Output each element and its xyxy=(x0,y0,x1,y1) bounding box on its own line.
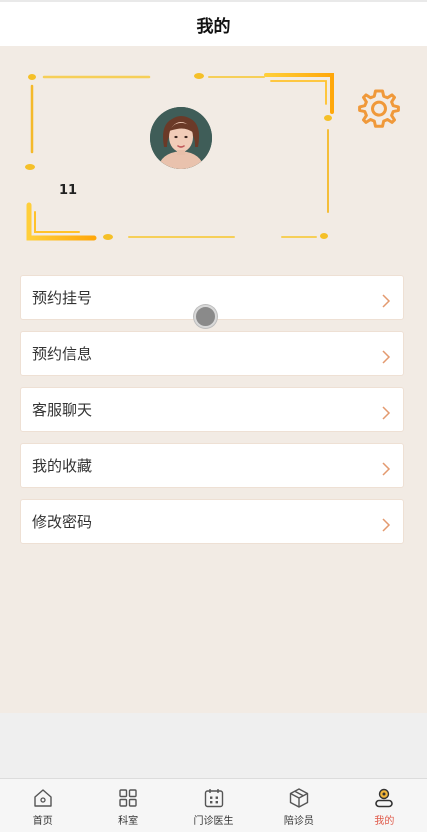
chevron-right-icon xyxy=(382,461,391,476)
menu-item-label: 预约挂号 xyxy=(32,289,93,307)
menu-item-my-favorites[interactable]: 我的收藏 xyxy=(20,443,404,488)
user-icon xyxy=(375,788,394,808)
tab-label: 科室 xyxy=(118,816,139,827)
floating-drag-handle[interactable] xyxy=(194,305,217,328)
page-title: 我的 xyxy=(196,16,231,37)
gear-icon xyxy=(358,89,400,128)
calendar-icon xyxy=(204,789,223,808)
chevron-right-icon xyxy=(382,349,391,364)
tab-home[interactable]: 首页 xyxy=(0,779,85,832)
chevron-right-icon xyxy=(382,517,391,532)
tab-outpatient-doctors[interactable]: 门诊医生 xyxy=(171,779,256,832)
menu-item-label: 我的收藏 xyxy=(32,457,93,475)
profile-card: 11 xyxy=(24,72,336,242)
profile-page: 11 预约挂号 预约信息 客服聊天 我的收藏 修改密码 xyxy=(0,46,427,713)
avatar[interactable] xyxy=(150,107,212,169)
menu-item-label: 客服聊天 xyxy=(32,401,93,419)
grid-icon xyxy=(119,789,137,807)
tab-label: 陪诊员 xyxy=(283,816,314,827)
tab-label: 我的 xyxy=(374,816,395,827)
chevron-right-icon xyxy=(382,405,391,420)
menu-item-label: 预约信息 xyxy=(32,345,93,363)
user-id: 11 xyxy=(59,183,78,198)
menu-item-change-password[interactable]: 修改密码 xyxy=(20,499,404,544)
tab-mine[interactable]: 我的 xyxy=(342,779,427,832)
menu-item-customer-service-chat[interactable]: 客服聊天 xyxy=(20,387,404,432)
tab-label: 首页 xyxy=(32,816,53,827)
page-header: 我的 xyxy=(0,0,427,46)
menu-item-label: 修改密码 xyxy=(32,513,93,531)
bottom-tab-bar: 首页 科室 门诊医生 陪诊员 我的 xyxy=(0,778,427,832)
tab-label: 门诊医生 xyxy=(193,816,234,827)
home-icon xyxy=(34,789,52,807)
box-icon xyxy=(289,788,309,808)
tab-escorts[interactable]: 陪诊员 xyxy=(256,779,341,832)
chevron-right-icon xyxy=(382,293,391,308)
menu-item-appointment-info[interactable]: 预约信息 xyxy=(20,331,404,376)
settings-button[interactable] xyxy=(358,88,400,130)
avatar-photo-icon xyxy=(150,107,212,169)
tab-departments[interactable]: 科室 xyxy=(85,779,170,832)
